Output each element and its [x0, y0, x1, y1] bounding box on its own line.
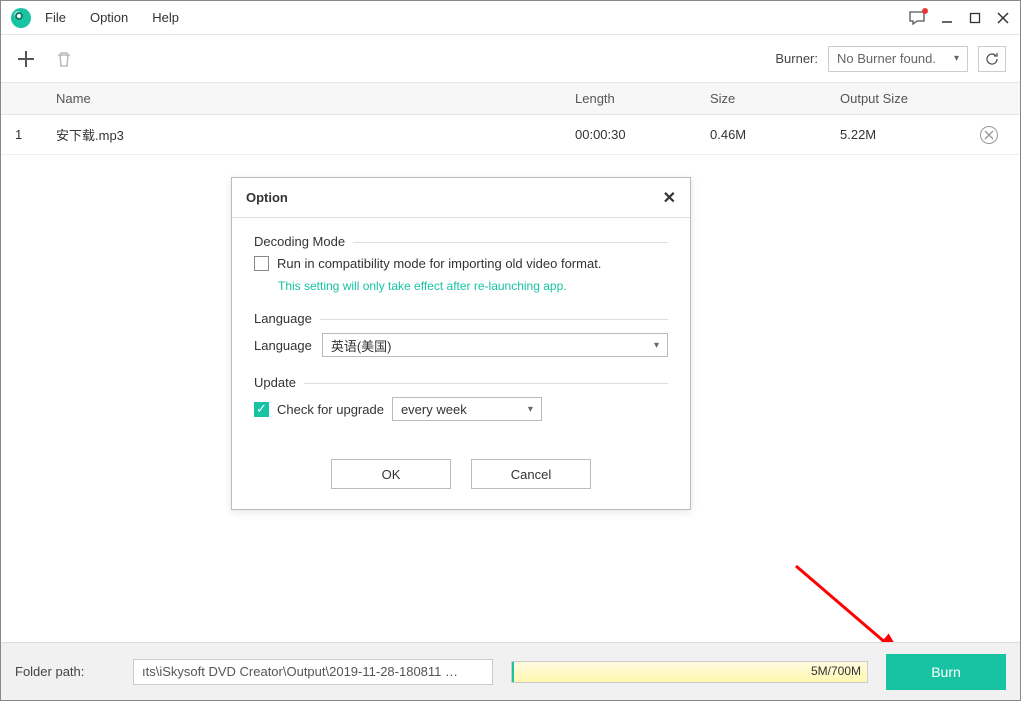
- check-upgrade-label: Check for upgrade: [277, 402, 384, 417]
- language-select[interactable]: 英语(美国) ▾: [322, 333, 668, 357]
- notification-dot-icon: [922, 8, 928, 14]
- feedback-icon[interactable]: [908, 10, 926, 26]
- dialog-title: Option: [246, 190, 288, 205]
- menu-help[interactable]: Help: [152, 10, 179, 25]
- language-section-label: Language: [254, 311, 320, 326]
- update-section-label: Update: [254, 375, 304, 390]
- chevron-down-icon: ▾: [528, 404, 533, 415]
- close-button[interactable]: [996, 11, 1010, 25]
- remove-row-button[interactable]: [980, 126, 998, 144]
- row-length: 00:00:30: [575, 127, 710, 142]
- language-value: 英语(美国): [331, 336, 392, 355]
- chevron-down-icon: ▾: [654, 340, 659, 351]
- header-size: Size: [710, 91, 840, 106]
- fieldset-update: Update ✓ Check for upgrade every week ▾: [254, 375, 668, 421]
- check-upgrade-checkbox[interactable]: ✓: [254, 402, 269, 417]
- folder-path-field[interactable]: ıts\iSkysoft DVD Creator\Output\2019-11-…: [133, 659, 493, 685]
- bottombar: Folder path: ıts\iSkysoft DVD Creator\Ou…: [1, 642, 1020, 700]
- progress-fill: [512, 662, 514, 682]
- burner-label: Burner:: [775, 51, 818, 66]
- header-name: Name: [56, 91, 575, 106]
- app-logo-icon: [11, 8, 31, 28]
- folder-path-label: Folder path:: [15, 664, 115, 679]
- row-output-size: 5.22M: [840, 127, 980, 142]
- refresh-button[interactable]: [978, 46, 1006, 72]
- folder-path-value: ıts\iSkysoft DVD Creator\Output\2019-11-…: [142, 664, 458, 679]
- dialog-close-button[interactable]: ✕: [663, 188, 676, 208]
- ok-button[interactable]: OK: [331, 459, 451, 489]
- minimize-button[interactable]: [940, 11, 954, 25]
- dialog-header: Option ✕: [232, 178, 690, 218]
- toolbar: Burner: No Burner found. ▾: [1, 35, 1020, 83]
- titlebar: File Option Help: [1, 1, 1020, 35]
- burn-button[interactable]: Burn: [886, 654, 1006, 690]
- maximize-button[interactable]: [968, 11, 982, 25]
- burner-select[interactable]: No Burner found. ▾: [828, 46, 968, 72]
- row-index: 1: [1, 127, 56, 142]
- fieldset-decoding-mode: Decoding Mode Run in compatibility mode …: [254, 234, 668, 293]
- menu-file[interactable]: File: [45, 10, 66, 25]
- compat-mode-checkbox[interactable]: [254, 256, 269, 271]
- compat-mode-label: Run in compatibility mode for importing …: [277, 256, 601, 271]
- delete-button[interactable]: [53, 48, 75, 70]
- add-button[interactable]: [15, 48, 37, 70]
- header-output-size: Output Size: [840, 91, 980, 106]
- burner-value: No Burner found.: [837, 51, 936, 66]
- header-length: Length: [575, 91, 710, 106]
- menu-option[interactable]: Option: [90, 10, 128, 25]
- upgrade-frequency-value: every week: [401, 402, 467, 417]
- language-label: Language: [254, 338, 312, 353]
- row-name: 安下载.mp3: [56, 125, 575, 144]
- table-row[interactable]: 1 安下载.mp3 00:00:30 0.46M 5.22M: [1, 115, 1020, 155]
- progress-text: 5M/700M: [811, 664, 861, 678]
- chevron-down-icon: ▾: [954, 53, 959, 64]
- decoding-mode-label: Decoding Mode: [254, 234, 353, 249]
- progress-bar: 5M/700M: [511, 661, 868, 683]
- fieldset-language: Language Language 英语(美国) ▾: [254, 311, 668, 357]
- compat-hint: This setting will only take effect after…: [278, 279, 668, 293]
- cancel-button[interactable]: Cancel: [471, 459, 591, 489]
- row-size: 0.46M: [710, 127, 840, 142]
- option-dialog: Option ✕ Decoding Mode Run in compatibil…: [231, 177, 691, 510]
- upgrade-frequency-select[interactable]: every week ▾: [392, 397, 542, 421]
- table-header: Name Length Size Output Size: [1, 83, 1020, 115]
